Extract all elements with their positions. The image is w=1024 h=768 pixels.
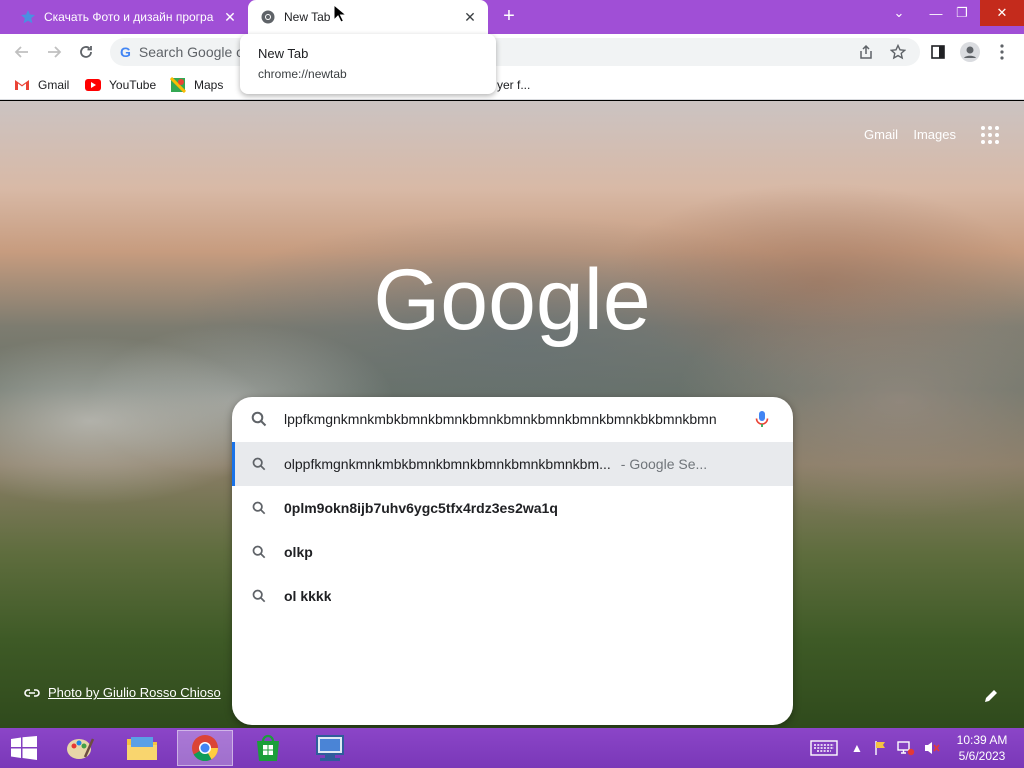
keyboard-icon[interactable]: [808, 738, 840, 758]
tab-search-chevron-icon[interactable]: ⌄: [883, 0, 915, 26]
close-window-button[interactable]: ✕: [980, 0, 1024, 26]
bookmark-label: Maps: [194, 78, 224, 92]
hover-card-title: New Tab: [258, 46, 309, 61]
clock[interactable]: 10:39 AM 5/6/2023: [952, 732, 1012, 764]
youtube-icon: [85, 77, 101, 93]
bookmarks-bar: Gmail YouTube Maps yer f...: [0, 70, 1024, 100]
suggestion-item[interactable]: olkp: [232, 530, 793, 574]
network-icon[interactable]: [896, 738, 916, 758]
tab-photo-design[interactable]: Скачать Фото и дизайн програ ✕: [8, 0, 248, 34]
profile-avatar-icon[interactable]: [958, 40, 982, 64]
share-icon[interactable]: [854, 40, 878, 64]
clock-time: 10:39 AM: [956, 733, 1008, 747]
tab-title: Скачать Фото и дизайн програ: [44, 10, 214, 24]
tab-title: New Tab: [284, 10, 331, 24]
chrome-favicon-icon: [260, 9, 276, 25]
search-icon: [252, 457, 266, 471]
bookmark-maps[interactable]: Maps: [170, 76, 223, 94]
windows-logo-icon: [11, 736, 37, 760]
google-logo: Google: [374, 252, 650, 348]
gmail-icon: [14, 77, 30, 93]
back-button[interactable]: [10, 40, 34, 64]
mic-icon[interactable]: [753, 410, 771, 428]
tab-close-icon[interactable]: ✕: [460, 7, 480, 27]
side-panel-icon[interactable]: [926, 40, 950, 64]
paint-app-icon[interactable]: [52, 730, 108, 766]
forward-button[interactable]: [42, 40, 66, 64]
search-input[interactable]: lppfkmgnkmnkmbkbmnkbmnkbmnkbmnkbmnkbmnkb…: [232, 397, 793, 441]
photo-credit-link[interactable]: Photo by Giulio Rosso Chioso: [24, 685, 221, 700]
start-button[interactable]: [0, 730, 48, 766]
tab-hover-card: New Tab chrome://newtab: [240, 34, 496, 94]
bookmark-star-icon[interactable]: [886, 40, 910, 64]
customize-pencil-icon[interactable]: [982, 687, 1000, 705]
menu-kebab-icon[interactable]: [990, 40, 1014, 64]
suggestion-text: ol kkkk: [284, 588, 332, 604]
restore-button[interactable]: ❐: [946, 0, 978, 26]
google-g-icon: G: [120, 44, 131, 60]
suggestion-text: olkp: [284, 544, 313, 560]
suggestion-item[interactable]: ol kkkk: [232, 574, 793, 618]
search-input-value: lppfkmgnkmnkmbkbmnkbmnkbmnkbmnkbmnkbmnkb…: [284, 411, 717, 427]
reload-button[interactable]: [74, 40, 98, 64]
bookmark-label: yer f...: [497, 78, 531, 92]
search-icon: [252, 545, 266, 559]
clock-date: 5/6/2023: [958, 749, 1006, 763]
bookmark-gmail[interactable]: Gmail: [14, 76, 69, 94]
search-icon: [251, 411, 267, 427]
mouse-cursor-icon: [333, 4, 347, 23]
omnibox-text: Search Google o: [138, 44, 244, 60]
maps-icon: [170, 77, 186, 93]
volume-muted-icon[interactable]: [922, 738, 942, 758]
ntp-images-link[interactable]: Images: [913, 127, 956, 142]
google-apps-icon[interactable]: [980, 125, 1000, 145]
tab-new-tab[interactable]: New Tab ✕: [248, 0, 488, 34]
tab-close-icon[interactable]: ✕: [220, 7, 240, 27]
bookmark-label: Gmail: [38, 78, 70, 92]
action-center-flag-icon[interactable]: [872, 738, 890, 758]
omnibox[interactable]: G Search Google o: [110, 38, 920, 66]
new-tab-page: Gmail Images Google lppfkmgnkmnkmbkbmnkb…: [0, 101, 1024, 728]
photo-credit-text: Photo by Giulio Rosso Chioso: [48, 685, 221, 700]
search-icon: [252, 589, 266, 603]
svg-text:Google: Google: [374, 252, 650, 348]
search-box[interactable]: lppfkmgnkmnkmbkbmnkbmnkbmnkbmnkbmnkbmnkb…: [232, 397, 793, 725]
search-icon: [252, 501, 266, 515]
tab-strip: Скачать Фото и дизайн програ ✕ New Tab ✕…: [0, 0, 1024, 34]
suggestion-item[interactable]: 0plm9okn8ijb7uhv6ygc5tfx4rdz3es2wa1q: [232, 486, 793, 530]
chrome-app-icon[interactable]: [177, 730, 233, 766]
suggestion-text: olppfkmgnkmnkmbkbmnkbmnkbmnkbmnkbmnkbm..…: [284, 456, 611, 472]
suggestion-suffix: - Google Se...: [620, 456, 708, 472]
link-icon: [24, 688, 40, 697]
store-app-icon[interactable]: [240, 730, 296, 766]
toolbar: G Search Google o: [0, 34, 1024, 70]
bookmark-youtube[interactable]: YouTube: [85, 76, 156, 94]
suggestion-item[interactable]: olppfkmgnkmnkmbkbmnkbmnkbmnkbmnkbmnkbm..…: [232, 442, 793, 486]
bookmark-truncated[interactable]: yer f...: [497, 76, 530, 94]
suggestion-text: 0plm9okn8ijb7uhv6ygc5tfx4rdz3es2wa1q: [284, 500, 558, 516]
file-explorer-icon[interactable]: [114, 730, 170, 766]
taskbar: ▲ 10:39 AM 5/6/2023: [0, 728, 1024, 768]
remote-desktop-icon[interactable]: [302, 730, 358, 766]
tray-expand-icon[interactable]: ▲: [850, 738, 864, 758]
star-favicon-icon: [20, 9, 36, 25]
new-tab-button[interactable]: +: [498, 6, 520, 28]
hover-card-url: chrome://newtab: [258, 67, 347, 81]
ntp-gmail-link[interactable]: Gmail: [864, 127, 898, 142]
bookmark-label: YouTube: [109, 78, 157, 92]
